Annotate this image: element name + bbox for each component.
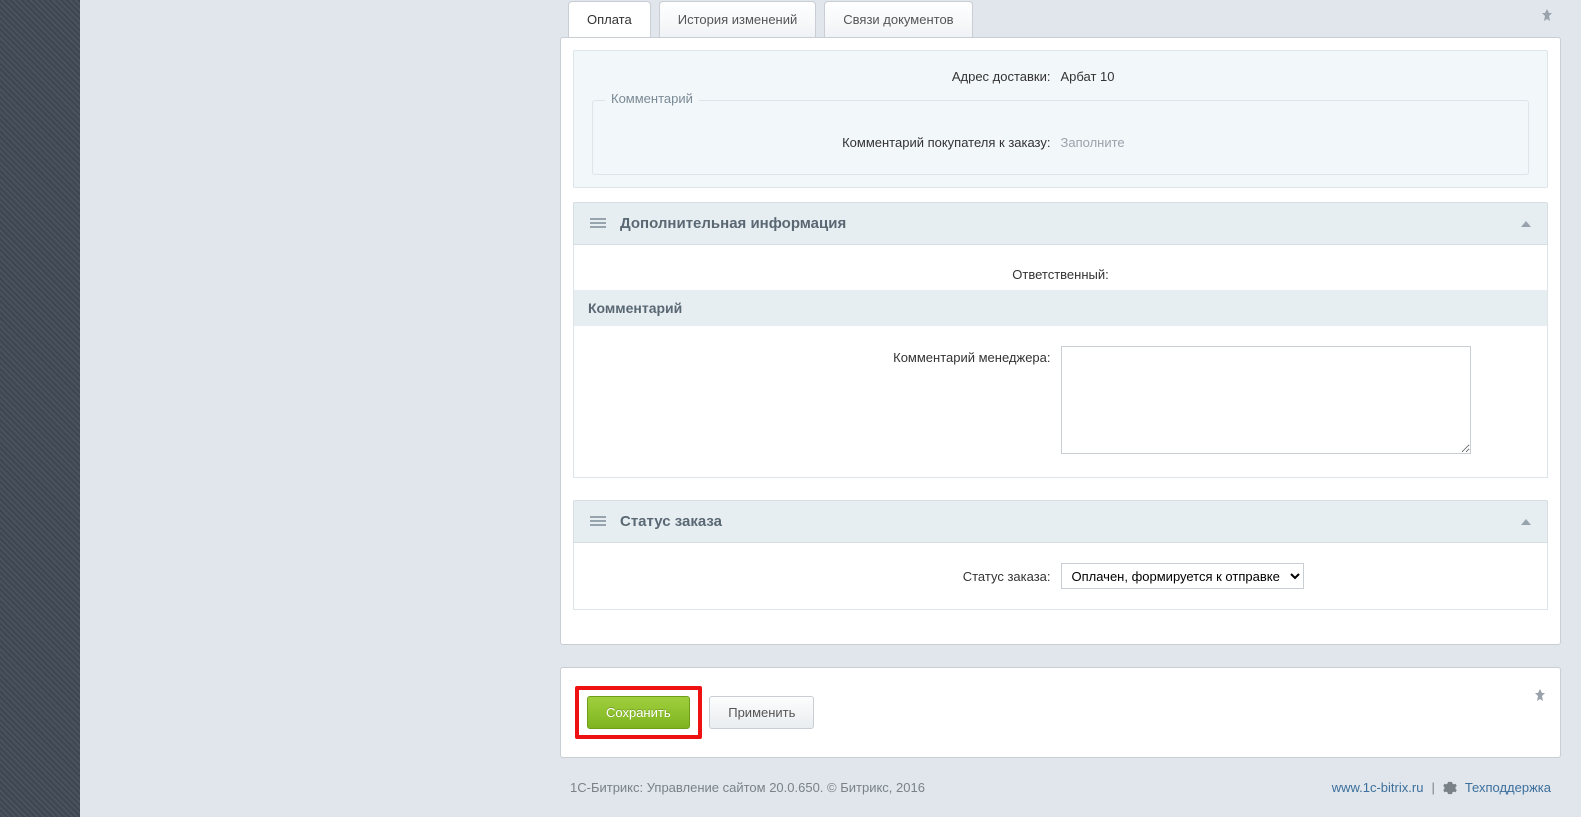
tabs-row: Оплата История изменений Связи документо… bbox=[560, 0, 1561, 37]
extra-info-block: Дополнительная информация Ответственный:… bbox=[573, 202, 1548, 478]
save-button[interactable]: Сохранить bbox=[587, 696, 690, 729]
footer-divider: | bbox=[1431, 780, 1434, 795]
delivery-section: Адрес доставки: Арбат 10 Комментарий Ком… bbox=[573, 50, 1548, 188]
footer-copyright: 1С-Битрикс: Управление сайтом 20.0.650. … bbox=[570, 780, 925, 795]
buyer-comment-label: Комментарий покупателя к заказу: bbox=[605, 135, 1061, 150]
tab-docs[interactable]: Связи документов bbox=[824, 1, 972, 38]
order-status-block: Статус заказа Статус заказа: Оплачен, фо… bbox=[573, 500, 1548, 610]
manager-comment-textarea[interactable] bbox=[1061, 346, 1471, 454]
address-value: Арбат 10 bbox=[1061, 69, 1530, 84]
manager-comment-label: Комментарий менеджера: bbox=[588, 346, 1061, 365]
collapse-icon[interactable] bbox=[1521, 221, 1531, 227]
pin-icon[interactable] bbox=[1532, 688, 1548, 704]
extra-info-title: Дополнительная информация bbox=[620, 215, 1521, 232]
buyer-comment-input[interactable]: Заполните bbox=[1061, 135, 1517, 150]
pin-icon[interactable] bbox=[1539, 8, 1555, 24]
order-status-title: Статус заказа bbox=[620, 513, 1521, 530]
gear-icon bbox=[1443, 781, 1457, 795]
extra-info-header[interactable]: Дополнительная информация bbox=[573, 202, 1548, 245]
actions-panel: Сохранить Применить bbox=[560, 667, 1561, 758]
footer-site-link[interactable]: www.1c-bitrix.ru bbox=[1332, 780, 1424, 795]
collapse-icon[interactable] bbox=[1521, 519, 1531, 525]
tab-history[interactable]: История изменений bbox=[659, 1, 817, 38]
order-status-select[interactable]: Оплачен, формируется к отправке bbox=[1061, 563, 1304, 589]
comment-subheading: Комментарий bbox=[574, 290, 1547, 326]
address-label: Адрес доставки: bbox=[592, 69, 1061, 84]
tab-payment[interactable]: Оплата bbox=[568, 1, 651, 38]
main-panel: Адрес доставки: Арбат 10 Комментарий Ком… bbox=[560, 37, 1561, 645]
left-stripe bbox=[0, 0, 80, 817]
buyer-comment-legend: Комментарий bbox=[605, 91, 699, 106]
drag-handle-icon[interactable] bbox=[590, 516, 606, 528]
order-status-header[interactable]: Статус заказа bbox=[573, 500, 1548, 543]
drag-handle-icon[interactable] bbox=[590, 218, 606, 230]
footer: 1С-Битрикс: Управление сайтом 20.0.650. … bbox=[560, 758, 1561, 817]
responsible-label: Ответственный: bbox=[588, 259, 1533, 290]
buyer-comment-group: Комментарий Комментарий покупателя к зак… bbox=[592, 100, 1529, 175]
footer-support-link[interactable]: Техподдержка bbox=[1465, 780, 1551, 795]
apply-button[interactable]: Применить bbox=[709, 696, 814, 729]
order-status-label: Статус заказа: bbox=[588, 569, 1061, 584]
save-highlight: Сохранить bbox=[575, 686, 702, 739]
